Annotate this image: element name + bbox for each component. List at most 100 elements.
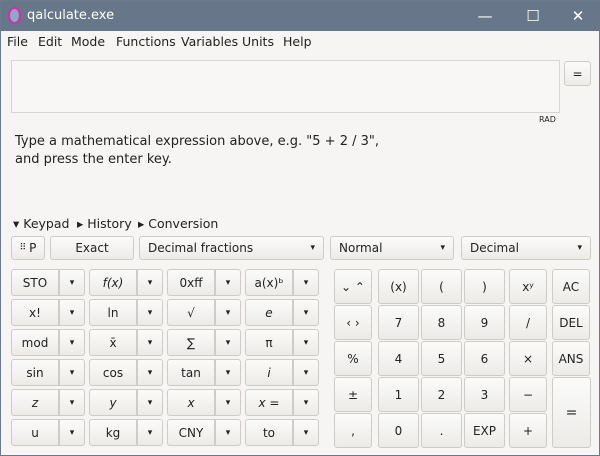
key-button[interactable]: z — [11, 389, 59, 416]
menu-edit[interactable]: Edit — [38, 34, 62, 49]
key-menu-dropdown[interactable]: ▾ — [215, 329, 241, 356]
key-menu-dropdown[interactable]: ▾ — [59, 359, 85, 386]
key-button[interactable]: kg — [89, 419, 137, 446]
menu-functions[interactable]: Functions — [116, 34, 176, 49]
key-button[interactable]: f(x) — [89, 269, 137, 296]
key-button[interactable]: ANS — [552, 341, 590, 376]
key-button[interactable]: − — [509, 377, 547, 412]
key-button[interactable]: CNY — [167, 419, 215, 446]
key-menu-dropdown[interactable]: ▾ — [59, 329, 85, 356]
key-button[interactable]: ln — [89, 299, 137, 326]
equals-button[interactable]: = — [552, 377, 591, 448]
key-button[interactable]: x̄ — [89, 329, 137, 356]
key-button[interactable]: e — [245, 299, 293, 326]
key-button[interactable]: xʸ — [509, 269, 547, 304]
key-menu-dropdown[interactable]: ▾ — [293, 329, 319, 356]
menu-variables[interactable]: Variables — [181, 34, 238, 49]
key-button[interactable]: x = — [245, 389, 293, 416]
key-menu-dropdown[interactable]: ▾ — [215, 299, 241, 326]
key-menu-dropdown[interactable]: ▾ — [215, 359, 241, 386]
key-button[interactable]: AC — [552, 269, 590, 304]
key-menu-dropdown[interactable]: ▾ — [293, 389, 319, 416]
maximize-button[interactable]: ☐ — [523, 6, 543, 26]
key-button[interactable]: ( — [421, 269, 462, 304]
key-button[interactable]: i — [245, 359, 293, 386]
key-button[interactable]: π — [245, 329, 293, 356]
menu-bar: File Edit Mode Functions Variables Units… — [1, 31, 600, 51]
keypad-expander[interactable]: ▾ Keypad — [13, 216, 69, 231]
menu-mode[interactable]: Mode — [71, 34, 105, 49]
app-logo-icon — [8, 7, 21, 24]
key-menu-dropdown[interactable]: ▾ — [293, 269, 319, 296]
key-button[interactable]: ⌄ ⌃ — [334, 269, 372, 304]
programming-keypad-button[interactable]: ⠿ P — [11, 236, 45, 260]
key-button[interactable]: cos — [89, 359, 137, 386]
key-button[interactable]: u — [11, 419, 59, 446]
key-button[interactable]: tan — [167, 359, 215, 386]
key-button[interactable]: √ — [167, 299, 215, 326]
key-button[interactable]: / — [509, 305, 547, 340]
key-button[interactable]: x! — [11, 299, 59, 326]
conversion-expander[interactable]: ▸ Conversion — [138, 216, 218, 231]
key-button[interactable]: 8 — [421, 305, 462, 340]
display-mode-select[interactable]: Normal ▾ — [330, 236, 454, 260]
key-button[interactable]: × — [509, 341, 547, 376]
close-button[interactable]: ✕ — [568, 6, 588, 26]
key-menu-dropdown[interactable]: ▾ — [59, 419, 85, 446]
key-menu-dropdown[interactable]: ▾ — [215, 269, 241, 296]
key-menu-dropdown[interactable]: ▾ — [59, 389, 85, 416]
key-button[interactable]: 1 — [378, 377, 419, 412]
exact-toggle-button[interactable]: Exact — [50, 236, 134, 260]
key-menu-dropdown[interactable]: ▾ — [293, 359, 319, 386]
key-button[interactable]: , — [334, 413, 372, 448]
key-button[interactable]: mod — [11, 329, 59, 356]
key-button[interactable]: 0 — [378, 413, 419, 448]
key-button[interactable]: ± — [334, 377, 372, 412]
menu-units[interactable]: Units — [242, 34, 274, 49]
key-menu-dropdown[interactable]: ▾ — [137, 419, 163, 446]
key-button[interactable]: ) — [464, 269, 505, 304]
key-button[interactable]: 6 — [464, 341, 505, 376]
key-menu-dropdown[interactable]: ▾ — [293, 419, 319, 446]
key-menu-dropdown[interactable]: ▾ — [215, 419, 241, 446]
key-button[interactable]: 3 — [464, 377, 505, 412]
calculate-button[interactable]: = — [564, 61, 591, 86]
history-expander[interactable]: ▸ History — [77, 216, 132, 231]
key-menu-dropdown[interactable]: ▾ — [137, 299, 163, 326]
key-menu-dropdown[interactable]: ▾ — [137, 329, 163, 356]
key-button[interactable]: STO — [11, 269, 59, 296]
expression-input[interactable] — [11, 60, 560, 113]
key-button[interactable]: % — [334, 341, 372, 376]
key-menu-dropdown[interactable]: ▾ — [215, 389, 241, 416]
key-button[interactable]: x — [167, 389, 215, 416]
key-menu-dropdown[interactable]: ▾ — [137, 389, 163, 416]
key-button[interactable]: 0xff — [167, 269, 215, 296]
key-button[interactable]: EXP — [464, 413, 505, 448]
key-menu-dropdown[interactable]: ▾ — [137, 269, 163, 296]
key-button[interactable]: sin — [11, 359, 59, 386]
key-button[interactable]: . — [421, 413, 462, 448]
key-button[interactable]: a(x)ᵇ — [245, 269, 293, 296]
key-button[interactable]: ∑ — [167, 329, 215, 356]
fraction-mode-select[interactable]: Decimal fractions ▾ — [139, 236, 324, 260]
key-button[interactable]: 2 — [421, 377, 462, 412]
key-button[interactable]: 4 — [378, 341, 419, 376]
menu-file[interactable]: File — [7, 34, 28, 49]
key-button[interactable]: 9 — [464, 305, 505, 340]
key-button[interactable]: + — [509, 413, 547, 448]
hint-line-1: Type a mathematical expression above, e.… — [15, 134, 379, 149]
key-button[interactable]: to — [245, 419, 293, 446]
key-menu-dropdown[interactable]: ▾ — [137, 359, 163, 386]
key-button[interactable]: ‹ › — [334, 305, 372, 340]
key-button[interactable]: (x) — [378, 269, 419, 304]
menu-help[interactable]: Help — [283, 34, 312, 49]
key-menu-dropdown[interactable]: ▾ — [59, 299, 85, 326]
base-select[interactable]: Decimal ▾ — [461, 236, 591, 260]
key-button[interactable]: 7 — [378, 305, 419, 340]
key-button[interactable]: 5 — [421, 341, 462, 376]
key-menu-dropdown[interactable]: ▾ — [293, 299, 319, 326]
key-menu-dropdown[interactable]: ▾ — [59, 269, 85, 296]
key-button[interactable]: DEL — [552, 305, 590, 340]
key-button[interactable]: y — [89, 389, 137, 416]
minimize-button[interactable]: — — [475, 6, 495, 26]
